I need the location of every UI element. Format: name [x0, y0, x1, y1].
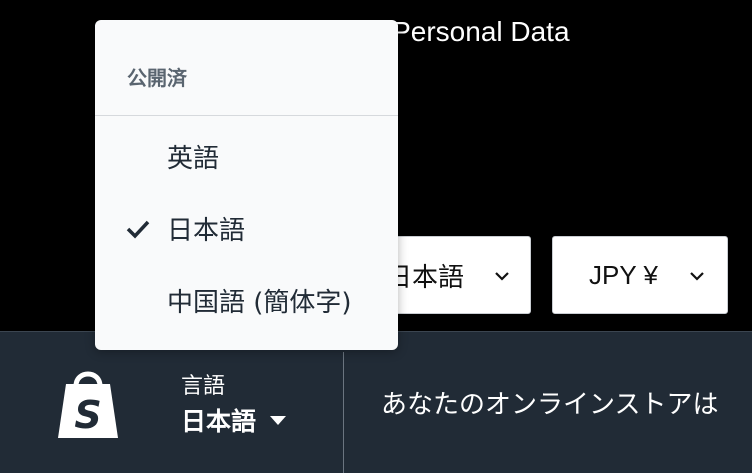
dropdown-section-header: 公開済 [95, 20, 398, 116]
currency-select[interactable]: JPY ¥ [552, 236, 728, 314]
tagline-text: あなたのオンラインストアは [381, 390, 719, 420]
chevron-down-icon [690, 272, 704, 281]
language-label: 言語 [181, 374, 226, 399]
caret-down-icon [270, 415, 287, 425]
shopify-logo-icon: S [58, 371, 118, 438]
divider [343, 352, 344, 473]
current-language: 日本語 [181, 407, 257, 436]
currency-select-value: JPY ¥ [589, 259, 658, 290]
language-option-chinese-simplified[interactable]: 中国語 (簡体字) [167, 282, 352, 319]
language-toggle[interactable]: 日本語 [181, 402, 287, 438]
chevron-down-icon [495, 272, 509, 281]
language-option-english[interactable]: 英語 [167, 138, 219, 175]
checkmark-icon [126, 220, 150, 239]
language-switcher-bar: S 言語 日本語 あなたのオンラインストアは [0, 331, 752, 473]
language-option-japanese[interactable]: 日本語 [167, 210, 245, 247]
svg-text:S: S [74, 393, 101, 437]
language-dropdown-menu: 公開済 英語 日本語 中国語 (簡体字) [95, 20, 398, 350]
